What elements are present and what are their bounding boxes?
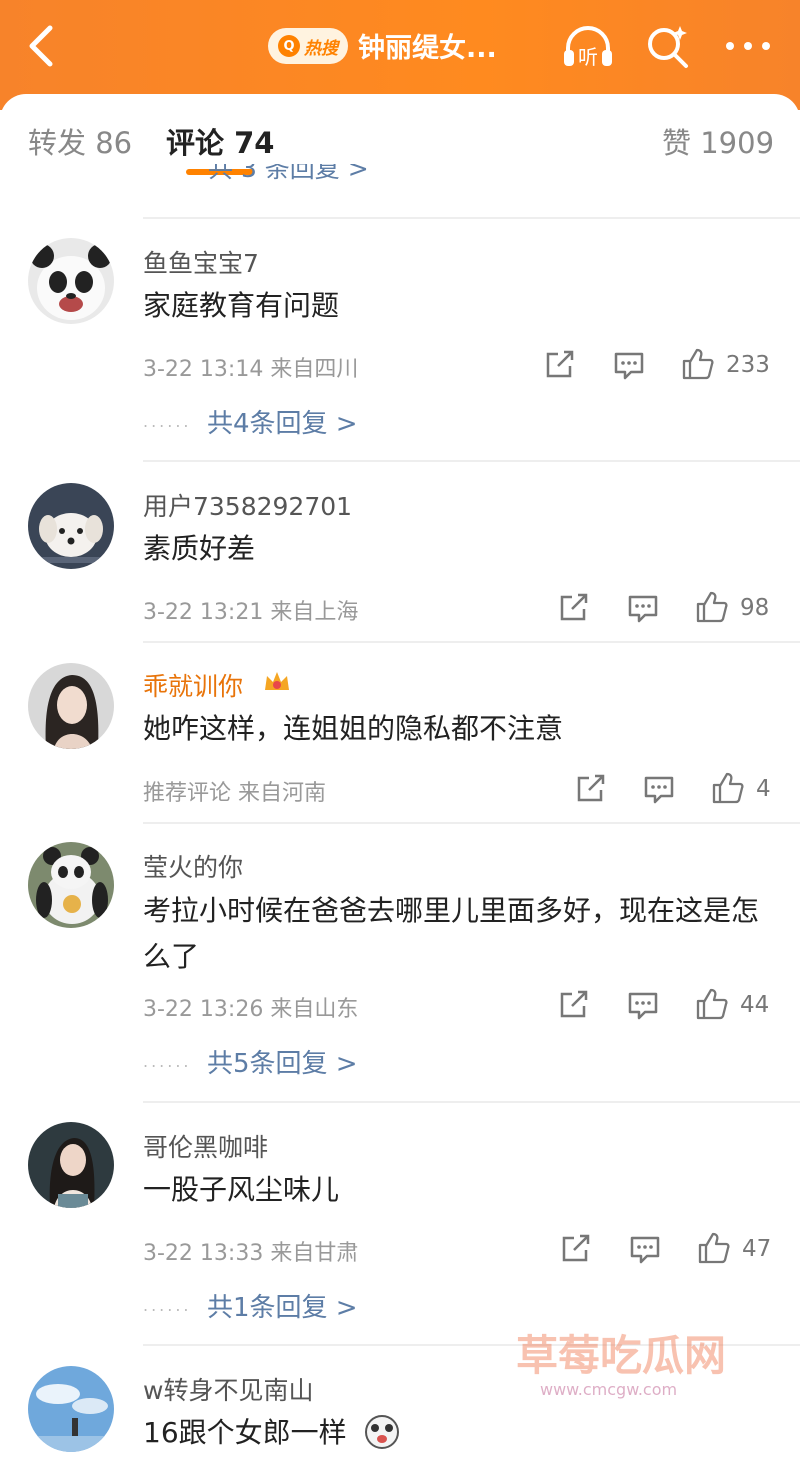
view-replies-link[interactable]: ...... 共5条回复 > xyxy=(143,1043,358,1080)
avatar-woman-2[interactable] xyxy=(28,1122,114,1208)
hot-search-icon: Q xyxy=(278,35,300,57)
comment-text: 家庭教育有问题 xyxy=(143,289,340,322)
like-thumb-icon[interactable] xyxy=(681,347,715,381)
comment-icon[interactable] xyxy=(627,991,659,1021)
listen-headphones-icon[interactable]: 听 xyxy=(560,20,616,70)
username[interactable]: 鱼鱼宝宝7 xyxy=(143,244,259,280)
watermark-url: www.cmcgw.com xyxy=(540,1380,678,1399)
divider xyxy=(143,1101,800,1103)
comment-meta: 3-22 13:26 来自山东 xyxy=(143,997,359,1022)
username[interactable]: 莹火的你 xyxy=(143,848,243,884)
reply-link-partial[interactable]: 共 3 条回复 > xyxy=(208,164,369,182)
more-options-icon[interactable] xyxy=(722,36,774,56)
like-count: 4 xyxy=(756,776,771,802)
replies-dots: ...... xyxy=(143,412,192,431)
repost-icon[interactable] xyxy=(575,774,607,804)
repost-icon[interactable] xyxy=(544,350,576,380)
comment-text: 16跟个女郎一样 xyxy=(143,1416,347,1449)
repost-icon[interactable] xyxy=(558,593,590,623)
username[interactable]: 乖就训你 xyxy=(143,667,243,703)
comment-text: 考拉小时候在爸爸去哪里儿里面多好，现在这是怎么了 xyxy=(143,894,760,973)
replies-label: 共5条回复 > xyxy=(207,1049,358,1079)
tab-likes[interactable]: 赞 1909 xyxy=(662,120,774,162)
hot-search-label: 热搜 xyxy=(304,38,338,59)
divider xyxy=(143,217,800,219)
hot-search-badge[interactable]: Q 热搜 xyxy=(268,28,348,64)
vip-crown-icon xyxy=(265,672,289,690)
avatar-dog[interactable] xyxy=(28,483,114,569)
like-count: 44 xyxy=(740,992,770,1018)
divider xyxy=(143,822,800,824)
view-replies-link[interactable]: ...... 共1条回复 > xyxy=(143,1287,358,1324)
comment-meta: 3-22 13:14 来自四川 xyxy=(143,357,359,382)
comment-icon[interactable] xyxy=(643,775,675,805)
comment-icon[interactable] xyxy=(629,1235,661,1265)
view-replies-link[interactable]: ...... 共4条回复 > xyxy=(143,403,358,440)
emoji-sticker-icon xyxy=(365,1415,399,1449)
replies-dots: ...... xyxy=(143,1052,192,1071)
divider xyxy=(143,641,800,643)
avatar-woman[interactable] xyxy=(28,663,114,749)
divider xyxy=(143,460,800,462)
replies-label: 共4条回复 > xyxy=(207,409,358,439)
tab-bar: 转发 86 评论 74 赞 1909 xyxy=(0,94,800,182)
comment-text: 素质好差 xyxy=(143,532,256,565)
like-thumb-icon[interactable] xyxy=(711,771,745,805)
page-title[interactable]: 钟丽缇女... xyxy=(358,26,497,65)
tab-reposts[interactable]: 转发 86 xyxy=(28,120,132,162)
repost-icon[interactable] xyxy=(560,1234,592,1264)
like-count: 47 xyxy=(742,1236,772,1262)
watermark-title: 草莓吃瓜网 xyxy=(516,1331,727,1380)
comment-meta: 推荐评论 来自河南 xyxy=(143,781,326,806)
search-icon[interactable] xyxy=(644,22,692,70)
back-arrow-icon[interactable] xyxy=(22,22,62,70)
comment-text: 一股子风尘味儿 xyxy=(143,1173,340,1206)
username[interactable]: w转身不见南山 xyxy=(143,1371,313,1407)
comment-text: 她咋这样，连姐姐的隐私都不注意 xyxy=(143,712,564,745)
comment-meta: 3-22 13:33 来自甘肃 xyxy=(143,1241,359,1266)
username[interactable]: 哥伦黑咖啡 xyxy=(143,1128,268,1164)
replies-label: 共1条回复 > xyxy=(207,1293,358,1323)
comment-meta: 3-22 13:21 来自上海 xyxy=(143,600,359,625)
like-count: 98 xyxy=(740,595,770,621)
avatar-sky[interactable] xyxy=(28,1366,114,1452)
avatar-panda-toy[interactable] xyxy=(28,842,114,928)
repost-icon[interactable] xyxy=(558,990,590,1020)
like-thumb-icon[interactable] xyxy=(695,590,729,624)
replies-dots: ...... xyxy=(143,1296,192,1315)
listen-label: 听 xyxy=(578,45,598,69)
comment-icon[interactable] xyxy=(613,351,645,381)
like-thumb-icon[interactable] xyxy=(697,1231,731,1265)
tab-comments[interactable]: 评论 74 xyxy=(166,120,274,162)
like-thumb-icon[interactable] xyxy=(695,987,729,1021)
avatar-panda[interactable] xyxy=(28,238,114,324)
username[interactable]: 用户7358292701 xyxy=(143,487,352,523)
like-count: 233 xyxy=(726,352,770,378)
comment-icon[interactable] xyxy=(627,594,659,624)
